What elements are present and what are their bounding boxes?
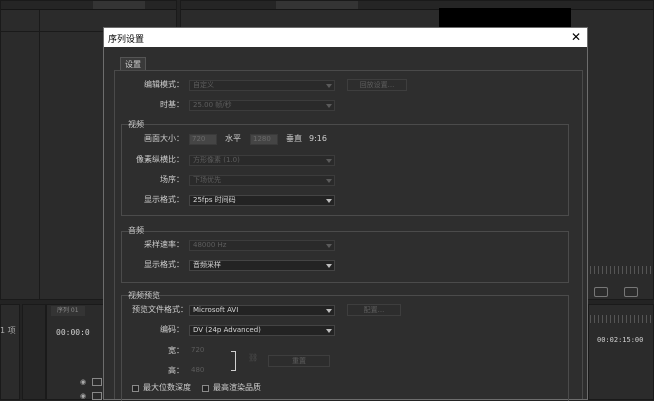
audio-group (121, 231, 569, 283)
horizontal-label: 水平 (225, 134, 241, 143)
dialog-titlebar: 序列设置 ✕ (104, 28, 587, 47)
field-order-label: 场序： (160, 175, 184, 184)
playback-settings-button[interactable]: 回放设置... (347, 79, 407, 91)
chevron-down-icon (326, 179, 332, 183)
tab-settings[interactable]: 设置 (120, 57, 146, 71)
timeline-tab[interactable]: 序列 01 (51, 306, 85, 316)
camera-icon[interactable] (624, 287, 638, 297)
project-panel-tab[interactable] (93, 1, 145, 9)
video-display-format-select[interactable]: 25fps 时间码 (189, 195, 335, 206)
codec-label: 编码： (160, 325, 184, 334)
monitor-tabbar (181, 1, 653, 10)
max-render-quality-label: 最高渲染品质 (213, 383, 261, 392)
video-display-format-label: 显示格式： (144, 195, 184, 204)
frame-size-label: 画面大小： (144, 134, 184, 143)
chevron-down-icon (326, 104, 332, 108)
edit-mode-select[interactable]: 自定义 (189, 80, 335, 91)
sample-rate-select[interactable]: 48000 Hz (189, 240, 335, 251)
chevron-down-icon (326, 84, 332, 88)
preview-format-select[interactable]: Microsoft AVI (189, 305, 335, 316)
sequence-settings-dialog: 序列设置 ✕ 设置 编辑模式： 自定义 回放设置... 时基： 25.00 帧/… (103, 27, 588, 401)
tools-strip (22, 304, 46, 400)
max-bit-depth-checkbox[interactable] (132, 385, 139, 392)
max-bit-depth-label: 最大位数深度 (143, 383, 191, 392)
field-order-value: 下场优先 (193, 176, 221, 184)
timeline-ruler (590, 315, 654, 323)
pixel-aspect-select[interactable]: 方形像素 (1.0) (189, 155, 335, 166)
audio-display-format-label: 显示格式： (144, 260, 184, 269)
timeline-timecode[interactable]: 00:00:0 (56, 328, 90, 337)
audio-group-title: 音频 (128, 226, 144, 235)
video-display-format-value: 25fps 时间码 (193, 196, 236, 204)
audio-display-format-select[interactable]: 音频采样 (189, 260, 335, 271)
aspect-ratio-value: 9:16 (309, 134, 327, 143)
close-icon[interactable]: ✕ (569, 29, 583, 45)
timebase-select[interactable]: 25.00 帧/秒 (189, 100, 335, 111)
project-panel-tabbar (1, 1, 176, 10)
dialog-title: 序列设置 (108, 35, 145, 45)
preview-format-value: Microsoft AVI (193, 306, 239, 314)
field-order-select[interactable]: 下场优先 (189, 175, 335, 186)
chevron-down-icon (326, 199, 332, 203)
codec-select[interactable]: DV (24p Advanced) (189, 325, 335, 336)
chevron-down-icon (326, 329, 332, 333)
timebase-value: 25.00 帧/秒 (193, 101, 232, 109)
pixel-aspect-value: 方形像素 (1.0) (193, 156, 240, 164)
tools-panel (0, 304, 20, 400)
video-preview-group-title: 视频预览 (128, 291, 160, 300)
frame-height-input[interactable]: 1280 (250, 134, 278, 145)
pixel-aspect-label: 像素纵横比： (136, 155, 184, 164)
video-group-title: 视频 (128, 120, 144, 129)
column-divider (39, 10, 40, 300)
preview-height-label: 高： (168, 366, 184, 375)
chevron-down-icon (326, 159, 332, 163)
frame-width-input[interactable]: 720 (189, 134, 217, 145)
preview-height-input[interactable]: 480 (189, 366, 213, 377)
chevron-down-icon (326, 264, 332, 268)
max-render-quality-checkbox[interactable] (202, 385, 209, 392)
track-eye-icon-2[interactable]: ◉ (80, 392, 86, 400)
edit-mode-value: 自定义 (193, 81, 214, 89)
sample-rate-value: 48000 Hz (193, 241, 227, 249)
sample-rate-label: 采样速率： (144, 240, 184, 249)
reset-button[interactable]: 重置 (268, 355, 330, 367)
items-count: 1 项 (0, 326, 16, 335)
track-film-icon-1 (92, 378, 102, 386)
preview-format-label: 预览文件格式： (132, 305, 188, 314)
timeline-end-timecode: 00:02:15:00 (597, 336, 644, 344)
monitor-ruler (590, 266, 654, 274)
monitor-tab[interactable] (276, 1, 358, 9)
audio-display-format-value: 音频采样 (193, 261, 221, 269)
track-eye-icon-1[interactable]: ◉ (80, 378, 86, 386)
preview-width-input[interactable]: 720 (189, 346, 213, 357)
timebase-label: 时基： (160, 100, 184, 109)
edit-mode-label: 编辑模式： (144, 80, 184, 89)
chevron-down-icon (326, 244, 332, 248)
vertical-label: 垂直 (286, 134, 302, 143)
track-film-icon-2 (92, 392, 102, 400)
codec-value: DV (24p Advanced) (193, 326, 261, 334)
chevron-down-icon (326, 309, 332, 313)
preview-width-label: 宽： (168, 346, 184, 355)
chain-link-icon[interactable]: ⛓ (248, 353, 258, 362)
link-bracket-icon (231, 351, 236, 371)
export-frame-icon[interactable] (594, 287, 608, 297)
configure-button[interactable]: 配置... (347, 304, 401, 316)
